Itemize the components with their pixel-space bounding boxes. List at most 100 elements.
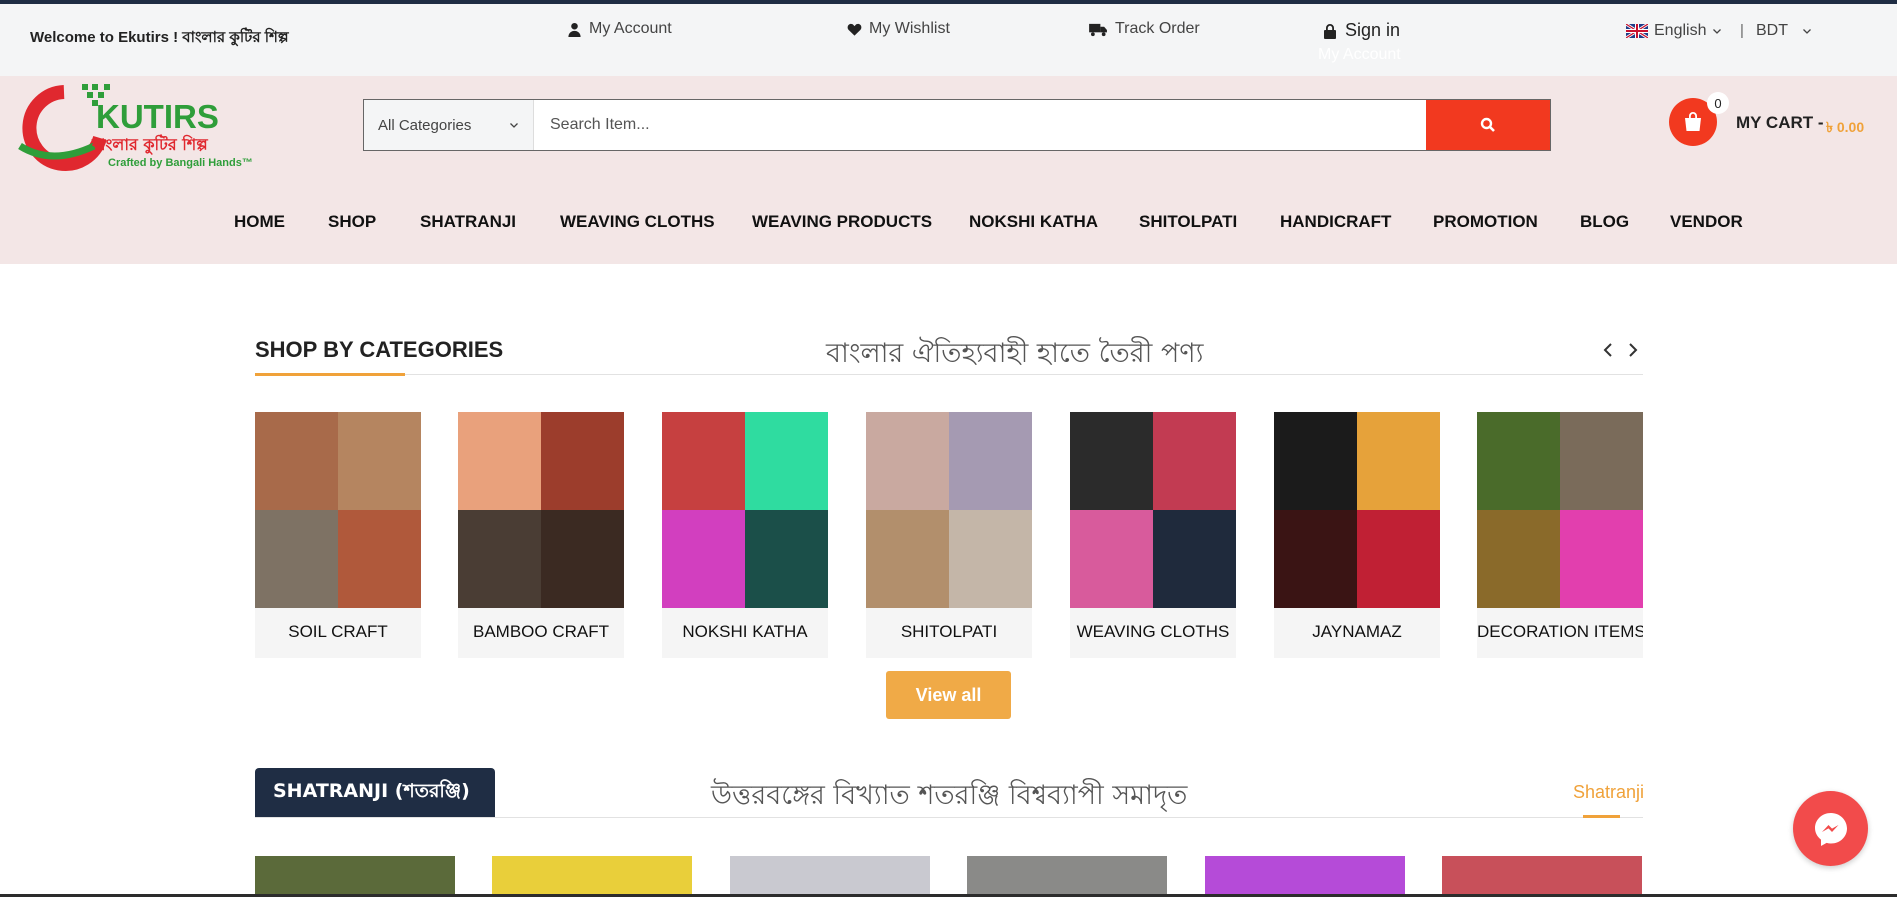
category-image-tile [949, 412, 1032, 510]
category-image[interactable] [1070, 412, 1236, 608]
product-thumbnail[interactable] [1205, 856, 1405, 897]
category-image-tile [1070, 412, 1153, 510]
nav-weaving-products[interactable]: WEAVING PRODUCTS [752, 212, 932, 232]
sign-in-label: Sign in [1345, 20, 1401, 40]
category-image-tile [338, 412, 421, 510]
category-image[interactable] [1274, 412, 1440, 608]
category-label[interactable]: BAMBOO CRAFT [458, 622, 624, 642]
logo-tagline: Crafted by Bangali Hands™ [108, 157, 253, 169]
category-image[interactable] [458, 412, 624, 608]
search-icon [1480, 117, 1495, 132]
category-card[interactable]: SOIL CRAFT [255, 412, 421, 658]
cart-label[interactable]: MY CART - [1736, 113, 1824, 133]
view-all-button[interactable]: View all [886, 671, 1011, 719]
category-card[interactable]: DECORATION ITEMS [1477, 412, 1643, 658]
category-card[interactable]: BAMBOO CRAFT [458, 412, 624, 658]
nav-home[interactable]: HOME [234, 212, 285, 232]
category-image-tile [1477, 412, 1560, 510]
language-selector[interactable]: English [1626, 22, 1722, 40]
category-image-tile [1153, 510, 1236, 608]
category-card[interactable]: JAYNAMAZ [1274, 412, 1440, 658]
category-image-tile [255, 412, 338, 510]
shatranji-tab[interactable]: SHATRANJI (শতরঞ্জি) [255, 768, 495, 818]
category-image-tile [1070, 510, 1153, 608]
nav-shatranji[interactable]: SHATRANJI [420, 212, 516, 232]
shatranji-tagline: উত্তরবঙ্গের বিখ্যাত শতরঞ্জি বিশ্বব্যাপী … [711, 780, 1188, 811]
language-label: English [1654, 22, 1707, 39]
category-image[interactable] [866, 412, 1032, 608]
truck-icon [1089, 23, 1107, 36]
nav-nokshi-katha[interactable]: NOKSHI KATHA [969, 212, 1098, 232]
track-order-label: Track Order [1115, 20, 1200, 37]
category-label[interactable]: SOIL CRAFT [255, 622, 421, 642]
category-image-tile [1477, 510, 1560, 608]
section-divider [255, 374, 1643, 375]
section-accent-line [255, 373, 405, 376]
category-label[interactable]: WEAVING CLOTHS [1070, 622, 1236, 642]
category-image[interactable] [662, 412, 828, 608]
product-thumbnail[interactable] [1442, 856, 1642, 897]
carousel-prev-icon[interactable] [1599, 341, 1617, 359]
chevron-down-icon [510, 123, 518, 128]
category-card[interactable]: WEAVING CLOTHS [1070, 412, 1236, 658]
shatranji-link[interactable]: Shatranji [1573, 782, 1644, 803]
messenger-chat-button[interactable] [1793, 791, 1868, 866]
category-image-tile [541, 412, 624, 510]
product-thumbnail[interactable] [967, 856, 1167, 897]
category-image-tile [1274, 510, 1357, 608]
section-tagline: বাংলার ঐতিহ্যবাহী হাতে তৈরী পণ্য [826, 338, 1204, 369]
product-thumbnail[interactable] [492, 856, 692, 897]
my-wishlist-label: My Wishlist [869, 20, 950, 37]
currency-selector[interactable]: BDT [1756, 22, 1812, 40]
category-label[interactable]: SHITOLPATI [866, 622, 1032, 642]
category-image-tile [458, 510, 541, 608]
nav-blog[interactable]: BLOG [1580, 212, 1629, 232]
nav-shop[interactable]: SHOP [328, 212, 376, 232]
category-image-tile [949, 510, 1032, 608]
category-image-tile [1357, 412, 1440, 510]
nav-promotion[interactable]: PROMOTION [1433, 212, 1538, 232]
messenger-icon [1814, 812, 1847, 846]
category-image-tile [458, 412, 541, 510]
logo-bangla: বাংলার কুটির শিল্প [91, 134, 208, 155]
category-image-tile [1357, 510, 1440, 608]
category-image[interactable] [1477, 412, 1643, 608]
category-image[interactable] [255, 412, 421, 608]
my-wishlist-link[interactable]: My Wishlist [847, 20, 950, 38]
nav-weaving-cloths[interactable]: WEAVING CLOTHS [560, 212, 715, 232]
sign-in-link[interactable]: Sign in [1323, 20, 1400, 41]
category-card[interactable]: SHITOLPATI [866, 412, 1032, 658]
nav-handicraft[interactable]: HANDICRAFT [1280, 212, 1391, 232]
sign-in-subtext: My Account [1318, 46, 1401, 63]
currency-label: BDT [1756, 22, 1788, 39]
category-image-tile [745, 510, 828, 608]
product-thumbnail[interactable] [255, 856, 455, 897]
search-button[interactable] [1426, 100, 1550, 150]
category-image-tile [1274, 412, 1357, 510]
nav-vendor[interactable]: VENDOR [1670, 212, 1743, 232]
carousel-next-icon[interactable] [1624, 341, 1642, 359]
uk-flag-icon [1626, 24, 1648, 38]
top-bar: Welcome to Ekutirs ! বাংলার কুটির শিল্প … [0, 4, 1897, 76]
category-label[interactable]: DECORATION ITEMS [1477, 622, 1643, 642]
category-label[interactable]: NOKSHI KATHA [662, 622, 828, 642]
search-input[interactable] [534, 100, 1426, 150]
product-thumbnail[interactable] [730, 856, 930, 897]
category-label[interactable]: JAYNAMAZ [1274, 622, 1440, 642]
category-card[interactable]: NOKSHI KATHA [662, 412, 828, 658]
search-bar: All Categories [363, 99, 1551, 151]
category-image-tile [662, 412, 745, 510]
category-dropdown[interactable]: All Categories [364, 100, 534, 150]
cart-count-badge: 0 [1707, 92, 1729, 114]
category-image-tile [255, 510, 338, 608]
nav-shitolpati[interactable]: SHITOLPATI [1139, 212, 1237, 232]
user-icon [568, 22, 581, 37]
my-account-link[interactable]: My Account [567, 20, 672, 38]
track-order-link[interactable]: Track Order [1089, 20, 1200, 38]
category-image-tile [1153, 412, 1236, 510]
ekutirs-logo[interactable]: KUTIRS বাংলার কুটির শিল্প Crafted by Ban… [12, 80, 264, 172]
category-image-tile [866, 510, 949, 608]
category-image-tile [662, 510, 745, 608]
logo-brand: KUTIRS [96, 98, 219, 135]
chevron-down-icon [1803, 29, 1811, 34]
